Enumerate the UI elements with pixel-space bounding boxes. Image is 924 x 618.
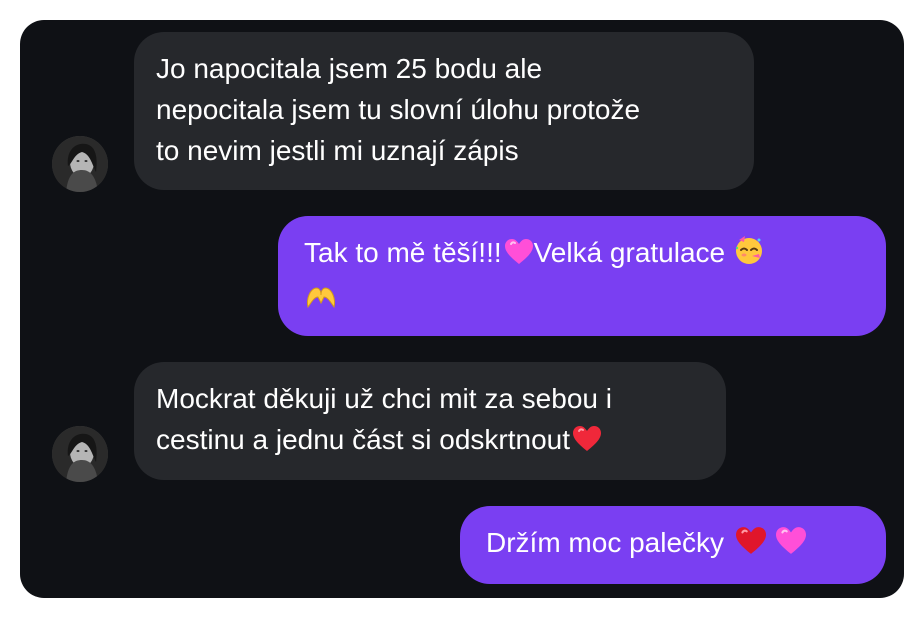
partying-face-emoji: [733, 234, 765, 277]
outgoing-message-bubble[interactable]: Tak to mě těší!!! Velká gratulace: [278, 216, 886, 336]
red-heart-emoji: [572, 423, 602, 464]
message-text-line: Mockrat děkuji už chci mit za sebou i: [156, 383, 612, 414]
contact-avatar[interactable]: [52, 136, 108, 192]
avatar-photo: [52, 136, 108, 192]
message-text: Velká gratulace: [533, 237, 726, 268]
heart-hands-emoji: [304, 281, 338, 322]
chat-thread: Jo napocitala jsem 25 bodu ale nepocital…: [20, 20, 904, 598]
message-text: Tak to mě těší!!!: [304, 237, 502, 268]
message-text: Držím moc palečky: [486, 527, 725, 558]
message-text-line: Jo napocitala jsem 25 bodu ale: [156, 53, 543, 84]
message-text-line: cestinu a jednu část si odskrtnout: [156, 424, 571, 455]
outgoing-message-bubble[interactable]: Držím moc palečky: [460, 506, 886, 584]
pink-heart-emoji: [504, 236, 534, 277]
message-text-line: to nevim jestli mi uznají zápis: [156, 135, 519, 166]
message-text-line: nepocitala jsem tu slovní úlohu protože: [156, 94, 641, 125]
avatar-photo: [52, 426, 108, 482]
pink-heart-emoji: [774, 526, 808, 567]
incoming-message-bubble[interactable]: Mockrat děkuji už chci mit za sebou i ce…: [134, 362, 726, 480]
contact-avatar[interactable]: [52, 426, 108, 482]
incoming-message-bubble[interactable]: Jo napocitala jsem 25 bodu ale nepocital…: [134, 32, 754, 190]
red-heart-emoji: [734, 526, 768, 567]
